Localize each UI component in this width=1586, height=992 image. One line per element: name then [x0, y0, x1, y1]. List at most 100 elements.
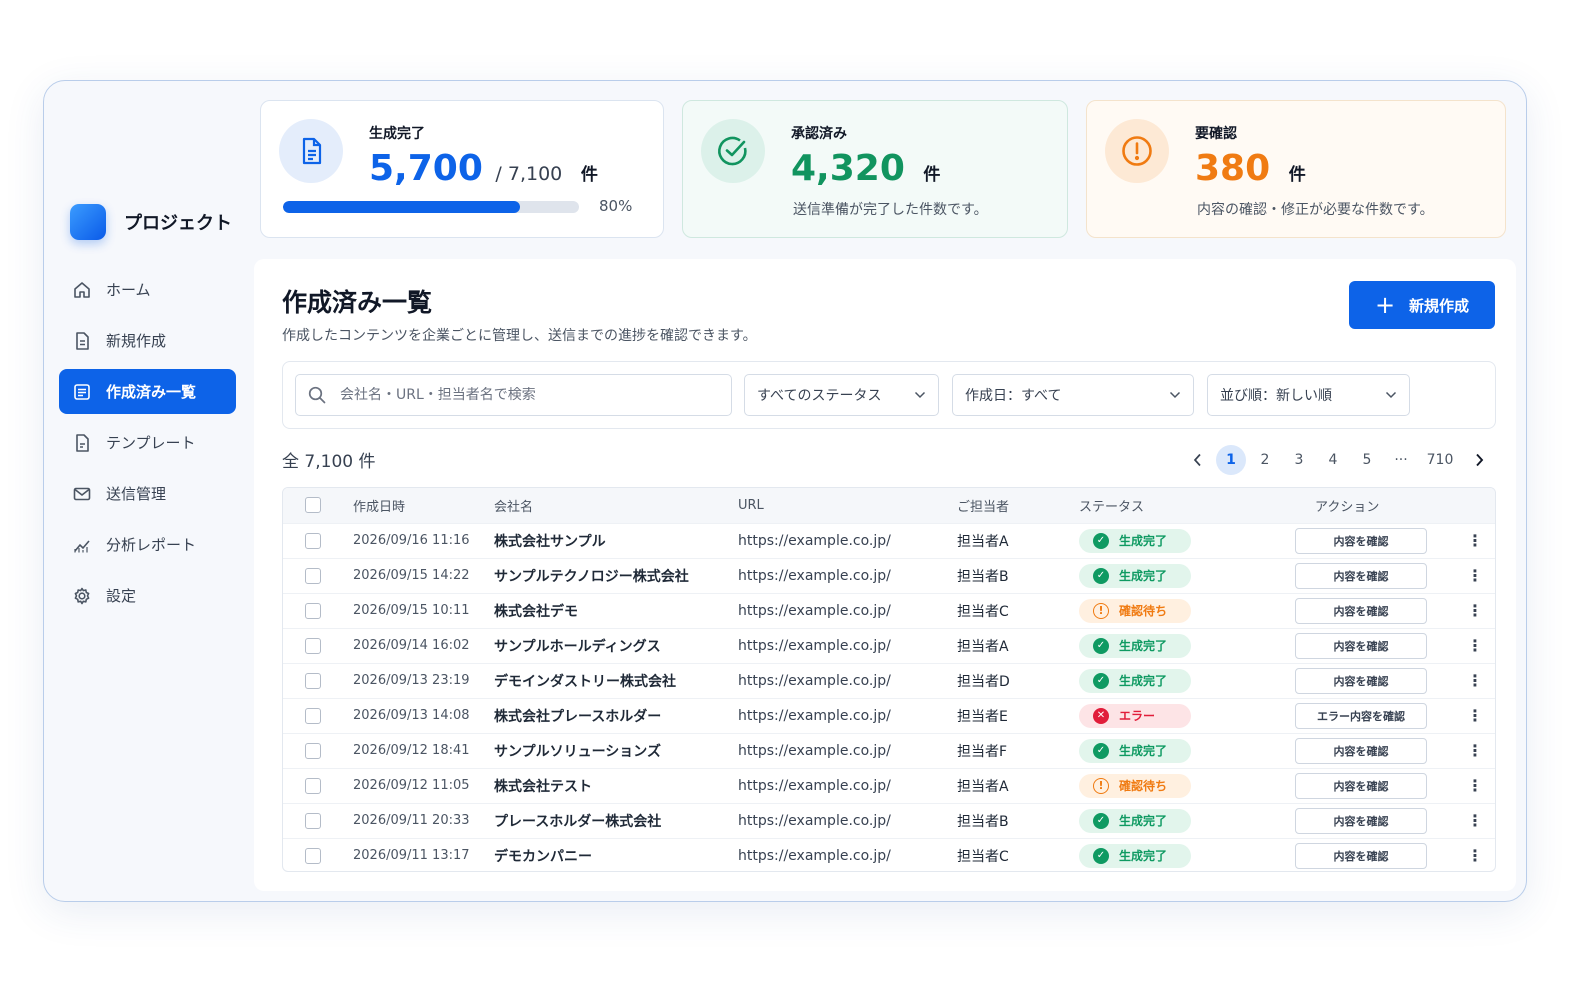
stat-card-generated: 生成完了 5,700 / 7,100 件 80%: [260, 100, 664, 238]
row-checkbox[interactable]: [305, 637, 321, 654]
status-label: 生成完了: [1119, 744, 1168, 758]
view-content-button[interactable]: 内容を確認: [1295, 772, 1427, 799]
page-button[interactable]: 2: [1248, 445, 1282, 475]
sidebar-item-report[interactable]: 分析レポート: [59, 522, 236, 567]
url-cell[interactable]: https://example.co.jp/: [738, 838, 957, 871]
sidebar-item-new[interactable]: 新規作成: [59, 318, 236, 363]
table-row[interactable]: 2026/09/12 18:41 サンプルソリューションズ https://exam…: [283, 733, 1495, 768]
table-row[interactable]: 2026/09/12 11:05 株式会社テスト https://example.c…: [283, 768, 1495, 803]
more-options-icon[interactable]: ⋮: [1453, 803, 1495, 838]
search-box[interactable]: [295, 374, 732, 416]
view-content-button[interactable]: 内容を確認: [1295, 807, 1427, 834]
row-checkbox[interactable]: [305, 707, 321, 724]
column-header[interactable]: ステータス: [1079, 488, 1295, 523]
more-options-icon[interactable]: ⋮: [1453, 838, 1495, 871]
page-button[interactable]: 710: [1418, 445, 1462, 475]
row-checkbox[interactable]: [305, 742, 321, 759]
action-cell: 内容を確認: [1295, 628, 1453, 663]
sort-select[interactable]: 並び順：新しい順: [1207, 374, 1410, 416]
more-options-icon[interactable]: ⋮: [1453, 558, 1495, 593]
table-row[interactable]: 2026/09/13 23:19 デモインダストリー株式会社 https://exa…: [283, 663, 1495, 698]
table-row[interactable]: 2026/09/16 11:16 株式会社サンプル https://example.…: [283, 523, 1495, 558]
view-content-button[interactable]: 内容を確認: [1295, 632, 1427, 659]
url-cell[interactable]: https://example.co.jp/: [738, 803, 957, 838]
total-count: 全 7,100 件: [282, 452, 376, 472]
sidebar-item-label: 作成済み一覧: [106, 383, 197, 401]
table-row[interactable]: 2026/09/11 20:33 プレースホルダー株式会社 https://exam…: [283, 803, 1495, 838]
company-cell: 株式会社サンプル: [494, 533, 606, 550]
page-description: 作成したコンテンツを企業ごとに管理し、送信までの進捗を確認できます。: [282, 328, 757, 344]
table-row[interactable]: 2026/09/11 13:17 デモカンパニー https://example.c…: [283, 838, 1495, 871]
created-at-cell: 2026/09/15 10:11: [353, 603, 470, 618]
status-cell: ✓ 生成完了: [1079, 838, 1295, 871]
brand[interactable]: プロジェクト: [70, 204, 232, 240]
more-options-icon[interactable]: ⋮: [1453, 523, 1495, 558]
next-page-button[interactable]: [1462, 445, 1496, 475]
view-content-button[interactable]: エラー内容を確認: [1295, 702, 1427, 729]
sidebar-item-created-list[interactable]: 作成済み一覧: [59, 369, 236, 414]
row-checkbox[interactable]: [305, 847, 321, 864]
status-label: 生成完了: [1119, 569, 1168, 583]
view-content-button[interactable]: 内容を確認: [1295, 737, 1427, 764]
new-create-button[interactable]: + 新規作成: [1349, 281, 1495, 329]
row-checkbox-cell: [283, 803, 353, 838]
column-header[interactable]: ご担当者: [957, 488, 1079, 523]
url-cell[interactable]: https://example.co.jp/: [738, 593, 957, 628]
more-options-icon[interactable]: ⋮: [1453, 768, 1495, 803]
more-options-icon[interactable]: ⋮: [1453, 698, 1495, 733]
row-checkbox[interactable]: [305, 567, 321, 584]
row-checkbox[interactable]: [305, 812, 321, 829]
url-cell[interactable]: https://example.co.jp/: [738, 768, 957, 803]
more-options-icon[interactable]: ⋮: [1453, 628, 1495, 663]
page-button[interactable]: 3: [1282, 445, 1316, 475]
table-row[interactable]: 2026/09/13 14:08 株式会社プレースホルダー https://exam…: [283, 698, 1495, 733]
sidebar-item-send[interactable]: 送信管理: [59, 471, 236, 516]
sidebar-item-home[interactable]: ホーム: [59, 267, 236, 312]
prev-page-button[interactable]: [1180, 445, 1214, 475]
row-checkbox[interactable]: [305, 672, 321, 689]
stat-label: 生成完了: [369, 126, 425, 142]
page-button[interactable]: 4: [1316, 445, 1350, 475]
more-options-icon[interactable]: ⋮: [1453, 733, 1495, 768]
view-content-button[interactable]: 内容を確認: [1295, 597, 1427, 624]
column-header[interactable]: 会社名: [494, 488, 738, 523]
view-content-button[interactable]: 内容を確認: [1295, 667, 1427, 694]
url-cell[interactable]: https://example.co.jp/: [738, 523, 957, 558]
status-label: エラー: [1119, 709, 1156, 723]
page-button[interactable]: 5: [1350, 445, 1384, 475]
url-cell[interactable]: https://example.co.jp/: [738, 558, 957, 593]
row-checkbox[interactable]: [305, 602, 321, 619]
created-at-cell: 2026/09/14 16:02: [353, 638, 470, 653]
page-button[interactable]: 1: [1216, 445, 1246, 475]
stat-description: 送信準備が完了した件数です。: [793, 202, 988, 218]
company-cell: デモカンパニー: [494, 848, 592, 865]
more-options-icon[interactable]: ⋮: [1453, 663, 1495, 698]
table-row[interactable]: 2026/09/14 16:02 サンプルホールディングス https://exam…: [283, 628, 1495, 663]
more-options-icon[interactable]: ⋮: [1453, 593, 1495, 628]
search-input[interactable]: [340, 387, 720, 403]
column-header[interactable]: URL: [738, 488, 957, 523]
url-cell[interactable]: https://example.co.jp/: [738, 628, 957, 663]
sidebar: プロジェクト ホーム 新規作成 作成済み一覧 テンプレート 送信管理 分析レポー…: [44, 81, 254, 901]
column-header[interactable]: 作成日時: [353, 488, 494, 523]
status-label: 生成完了: [1119, 674, 1168, 688]
row-checkbox[interactable]: [305, 777, 321, 794]
progress-fill: [283, 201, 520, 213]
view-content-button[interactable]: 内容を確認: [1295, 842, 1427, 869]
url-cell[interactable]: https://example.co.jp/: [738, 698, 957, 733]
sidebar-item-template[interactable]: テンプレート: [59, 420, 236, 465]
row-checkbox[interactable]: [305, 532, 321, 549]
date-filter-select[interactable]: 作成日：すべて: [952, 374, 1194, 416]
select-all-checkbox[interactable]: [305, 497, 321, 514]
table-row[interactable]: 2026/09/15 10:11 株式会社デモ https://example.co…: [283, 593, 1495, 628]
status-filter-select[interactable]: すべてのステータス: [744, 374, 939, 416]
url-cell[interactable]: https://example.co.jp/: [738, 733, 957, 768]
table-row[interactable]: 2026/09/15 14:22 サンプルテクノロジー株式会社 https://ex…: [283, 558, 1495, 593]
person-cell: 担当者E: [957, 708, 1008, 725]
view-content-button[interactable]: 内容を確認: [1295, 527, 1427, 554]
view-content-button[interactable]: 内容を確認: [1295, 562, 1427, 589]
sidebar-item-settings[interactable]: 設定: [59, 573, 236, 618]
status-badge: ✓ 生成完了: [1079, 563, 1191, 588]
url-cell[interactable]: https://example.co.jp/: [738, 663, 957, 698]
action-cell: 内容を確認: [1295, 593, 1453, 628]
